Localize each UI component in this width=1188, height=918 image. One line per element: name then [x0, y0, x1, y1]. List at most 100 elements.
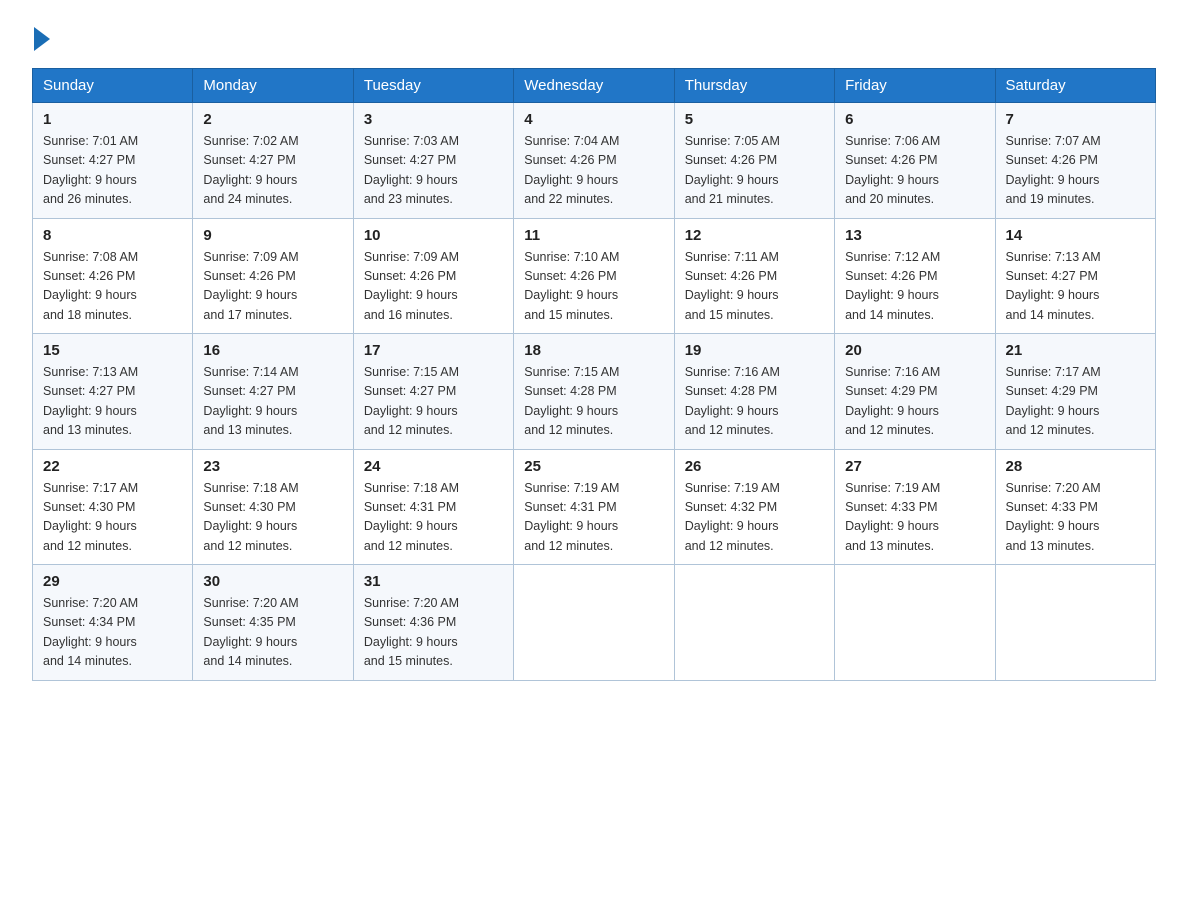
day-number: 14 — [1006, 227, 1145, 244]
calendar-cell: 2 Sunrise: 7:02 AM Sunset: 4:27 PM Dayli… — [193, 103, 353, 219]
calendar-table: SundayMondayTuesdayWednesdayThursdayFrid… — [32, 68, 1156, 681]
day-info: Sunrise: 7:09 AM Sunset: 4:26 PM Dayligh… — [364, 250, 459, 322]
header-saturday: Saturday — [995, 69, 1155, 103]
day-info: Sunrise: 7:08 AM Sunset: 4:26 PM Dayligh… — [43, 250, 138, 322]
day-number: 22 — [43, 458, 182, 475]
header-monday: Monday — [193, 69, 353, 103]
calendar-week-row: 15 Sunrise: 7:13 AM Sunset: 4:27 PM Dayl… — [33, 334, 1156, 450]
day-info: Sunrise: 7:01 AM Sunset: 4:27 PM Dayligh… — [43, 134, 138, 206]
day-number: 2 — [203, 111, 342, 128]
day-number: 9 — [203, 227, 342, 244]
day-number: 21 — [1006, 342, 1145, 359]
calendar-cell — [835, 565, 995, 681]
day-number: 28 — [1006, 458, 1145, 475]
calendar-cell: 26 Sunrise: 7:19 AM Sunset: 4:32 PM Dayl… — [674, 449, 834, 565]
day-info: Sunrise: 7:10 AM Sunset: 4:26 PM Dayligh… — [524, 250, 619, 322]
day-number: 1 — [43, 111, 182, 128]
day-number: 16 — [203, 342, 342, 359]
day-number: 31 — [364, 573, 503, 590]
calendar-cell: 24 Sunrise: 7:18 AM Sunset: 4:31 PM Dayl… — [353, 449, 513, 565]
day-number: 7 — [1006, 111, 1145, 128]
calendar-cell: 27 Sunrise: 7:19 AM Sunset: 4:33 PM Dayl… — [835, 449, 995, 565]
calendar-cell: 3 Sunrise: 7:03 AM Sunset: 4:27 PM Dayli… — [353, 103, 513, 219]
day-number: 17 — [364, 342, 503, 359]
day-info: Sunrise: 7:07 AM Sunset: 4:26 PM Dayligh… — [1006, 134, 1101, 206]
calendar-cell: 7 Sunrise: 7:07 AM Sunset: 4:26 PM Dayli… — [995, 103, 1155, 219]
header-sunday: Sunday — [33, 69, 193, 103]
calendar-cell — [674, 565, 834, 681]
day-info: Sunrise: 7:16 AM Sunset: 4:28 PM Dayligh… — [685, 365, 780, 437]
calendar-cell: 5 Sunrise: 7:05 AM Sunset: 4:26 PM Dayli… — [674, 103, 834, 219]
day-info: Sunrise: 7:18 AM Sunset: 4:30 PM Dayligh… — [203, 481, 298, 553]
day-info: Sunrise: 7:11 AM Sunset: 4:26 PM Dayligh… — [685, 250, 779, 322]
header-tuesday: Tuesday — [353, 69, 513, 103]
day-number: 8 — [43, 227, 182, 244]
calendar-header-row: SundayMondayTuesdayWednesdayThursdayFrid… — [33, 69, 1156, 103]
day-info: Sunrise: 7:15 AM Sunset: 4:28 PM Dayligh… — [524, 365, 619, 437]
calendar-cell: 20 Sunrise: 7:16 AM Sunset: 4:29 PM Dayl… — [835, 334, 995, 450]
calendar-week-row: 8 Sunrise: 7:08 AM Sunset: 4:26 PM Dayli… — [33, 218, 1156, 334]
calendar-cell: 14 Sunrise: 7:13 AM Sunset: 4:27 PM Dayl… — [995, 218, 1155, 334]
day-info: Sunrise: 7:12 AM Sunset: 4:26 PM Dayligh… — [845, 250, 940, 322]
day-number: 10 — [364, 227, 503, 244]
day-info: Sunrise: 7:13 AM Sunset: 4:27 PM Dayligh… — [43, 365, 138, 437]
day-number: 13 — [845, 227, 984, 244]
calendar-cell: 21 Sunrise: 7:17 AM Sunset: 4:29 PM Dayl… — [995, 334, 1155, 450]
day-info: Sunrise: 7:17 AM Sunset: 4:30 PM Dayligh… — [43, 481, 138, 553]
calendar-cell: 30 Sunrise: 7:20 AM Sunset: 4:35 PM Dayl… — [193, 565, 353, 681]
header-wednesday: Wednesday — [514, 69, 674, 103]
day-number: 23 — [203, 458, 342, 475]
day-info: Sunrise: 7:17 AM Sunset: 4:29 PM Dayligh… — [1006, 365, 1101, 437]
calendar-cell: 1 Sunrise: 7:01 AM Sunset: 4:27 PM Dayli… — [33, 103, 193, 219]
header-friday: Friday — [835, 69, 995, 103]
day-number: 18 — [524, 342, 663, 359]
calendar-cell: 31 Sunrise: 7:20 AM Sunset: 4:36 PM Dayl… — [353, 565, 513, 681]
day-info: Sunrise: 7:09 AM Sunset: 4:26 PM Dayligh… — [203, 250, 298, 322]
day-number: 19 — [685, 342, 824, 359]
day-number: 29 — [43, 573, 182, 590]
day-number: 4 — [524, 111, 663, 128]
day-number: 12 — [685, 227, 824, 244]
day-info: Sunrise: 7:19 AM Sunset: 4:33 PM Dayligh… — [845, 481, 940, 553]
calendar-cell: 28 Sunrise: 7:20 AM Sunset: 4:33 PM Dayl… — [995, 449, 1155, 565]
calendar-cell: 9 Sunrise: 7:09 AM Sunset: 4:26 PM Dayli… — [193, 218, 353, 334]
day-number: 11 — [524, 227, 663, 244]
day-info: Sunrise: 7:20 AM Sunset: 4:33 PM Dayligh… — [1006, 481, 1101, 553]
page-header — [32, 24, 1156, 50]
day-number: 5 — [685, 111, 824, 128]
calendar-cell: 11 Sunrise: 7:10 AM Sunset: 4:26 PM Dayl… — [514, 218, 674, 334]
day-number: 3 — [364, 111, 503, 128]
calendar-cell: 6 Sunrise: 7:06 AM Sunset: 4:26 PM Dayli… — [835, 103, 995, 219]
day-number: 15 — [43, 342, 182, 359]
header-thursday: Thursday — [674, 69, 834, 103]
calendar-cell: 18 Sunrise: 7:15 AM Sunset: 4:28 PM Dayl… — [514, 334, 674, 450]
calendar-cell: 17 Sunrise: 7:15 AM Sunset: 4:27 PM Dayl… — [353, 334, 513, 450]
calendar-week-row: 1 Sunrise: 7:01 AM Sunset: 4:27 PM Dayli… — [33, 103, 1156, 219]
day-number: 6 — [845, 111, 984, 128]
day-info: Sunrise: 7:15 AM Sunset: 4:27 PM Dayligh… — [364, 365, 459, 437]
day-info: Sunrise: 7:03 AM Sunset: 4:27 PM Dayligh… — [364, 134, 459, 206]
calendar-cell: 29 Sunrise: 7:20 AM Sunset: 4:34 PM Dayl… — [33, 565, 193, 681]
day-info: Sunrise: 7:02 AM Sunset: 4:27 PM Dayligh… — [203, 134, 298, 206]
calendar-cell: 8 Sunrise: 7:08 AM Sunset: 4:26 PM Dayli… — [33, 218, 193, 334]
day-number: 26 — [685, 458, 824, 475]
calendar-cell: 25 Sunrise: 7:19 AM Sunset: 4:31 PM Dayl… — [514, 449, 674, 565]
calendar-cell: 13 Sunrise: 7:12 AM Sunset: 4:26 PM Dayl… — [835, 218, 995, 334]
day-number: 25 — [524, 458, 663, 475]
day-info: Sunrise: 7:19 AM Sunset: 4:32 PM Dayligh… — [685, 481, 780, 553]
day-info: Sunrise: 7:14 AM Sunset: 4:27 PM Dayligh… — [203, 365, 298, 437]
day-info: Sunrise: 7:13 AM Sunset: 4:27 PM Dayligh… — [1006, 250, 1101, 322]
logo — [32, 24, 54, 50]
calendar-cell: 16 Sunrise: 7:14 AM Sunset: 4:27 PM Dayl… — [193, 334, 353, 450]
logo-arrow-icon — [34, 25, 52, 53]
calendar-cell: 22 Sunrise: 7:17 AM Sunset: 4:30 PM Dayl… — [33, 449, 193, 565]
calendar-cell: 12 Sunrise: 7:11 AM Sunset: 4:26 PM Dayl… — [674, 218, 834, 334]
day-number: 20 — [845, 342, 984, 359]
day-number: 24 — [364, 458, 503, 475]
calendar-week-row: 29 Sunrise: 7:20 AM Sunset: 4:34 PM Dayl… — [33, 565, 1156, 681]
calendar-cell: 10 Sunrise: 7:09 AM Sunset: 4:26 PM Dayl… — [353, 218, 513, 334]
calendar-cell: 19 Sunrise: 7:16 AM Sunset: 4:28 PM Dayl… — [674, 334, 834, 450]
calendar-cell — [514, 565, 674, 681]
day-info: Sunrise: 7:16 AM Sunset: 4:29 PM Dayligh… — [845, 365, 940, 437]
day-info: Sunrise: 7:06 AM Sunset: 4:26 PM Dayligh… — [845, 134, 940, 206]
